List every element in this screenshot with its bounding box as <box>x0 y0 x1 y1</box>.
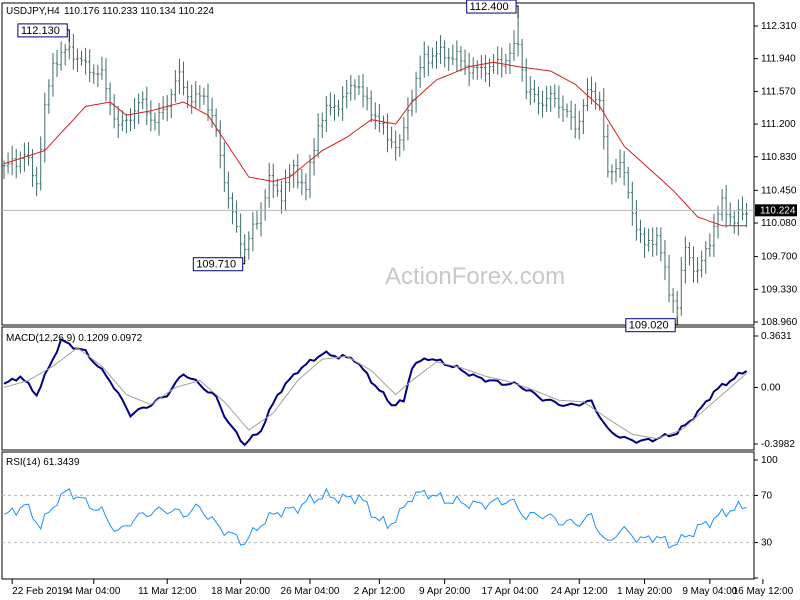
price-tick-label-2: 111.570 <box>761 86 796 97</box>
rsi-tick-label-0: 100 <box>761 455 778 466</box>
callout-label-2: 109.710 <box>196 259 236 271</box>
price-tick-label-8: 109.330 <box>761 284 798 295</box>
x-tick-label-9: 1 May 20:00 <box>617 586 672 597</box>
x-tick-label-1: 4 Mar 04:00 <box>67 586 121 597</box>
price-tick-label-4: 110.830 <box>761 152 797 163</box>
x-tick-label-8: 24 Apr 12:00 <box>551 586 608 597</box>
callout-label-3: 109.020 <box>629 320 669 332</box>
x-tick-label-11: 16 May 12:00 <box>733 586 794 597</box>
x-tick-label-3: 18 Mar 20:00 <box>211 586 270 597</box>
x-tick-label-0: 22 Feb 2019 <box>12 586 69 597</box>
symbol-label: USDJPY,H4 <box>6 6 60 17</box>
ohlc-label: 110.176 110.233 110.134 110.224 <box>64 6 214 17</box>
callout-label-0: 112.130 <box>21 25 60 37</box>
watermark: ActionForex.com <box>385 263 565 290</box>
x-tick-label-4: 26 Mar 04:00 <box>281 586 340 597</box>
price-tick-label-1: 111.940 <box>761 54 796 65</box>
x-tick-label-7: 17 Apr 04:00 <box>482 586 539 597</box>
macd-line <box>3 337 748 447</box>
rsi-chart: 100 70 30 <box>2 455 778 579</box>
signal-line <box>3 347 747 440</box>
macd-tick-label-2: -0.3982 <box>761 439 795 450</box>
rsi-tick-label-1: 70 <box>761 490 773 501</box>
macd-label: MACD(12,26,9) 0.1209 0.0972 <box>6 333 143 344</box>
price-tick-label-0: 112.310 <box>761 21 797 32</box>
x-tick-label-10: 9 May 04:00 <box>682 586 737 597</box>
callout-label-1: 112.400 <box>470 1 509 13</box>
macd-tick-label-0: 0.3631 <box>761 331 792 342</box>
macd-tick-label-1: 0.00 <box>761 383 781 394</box>
macd-chart: 0.3631 0.00 -0.3982 <box>3 331 795 450</box>
x-tick-label-5: 2 Apr 12:00 <box>354 586 406 597</box>
price-panel-frame <box>1 2 755 326</box>
current-price-label: 110.224 <box>760 205 796 216</box>
x-tick-label-6: 9 Apr 20:00 <box>419 586 471 597</box>
chart-canvas: ActionForex.com 112.310 111.940 111.570 111… <box>1 0 798 597</box>
rsi-panel-frame <box>1 451 755 580</box>
price-tick-label-7: 109.700 <box>761 252 798 263</box>
rsi-label: RSI(14) 61.3439 <box>6 457 80 468</box>
price-tick-label-6: 110.080 <box>761 218 797 229</box>
price-tick-label-5: 110.450 <box>761 185 797 196</box>
x-tick-label-2: 11 Mar 12:00 <box>138 586 197 597</box>
price-tick-label-3: 111.200 <box>761 119 796 130</box>
price-tick-label-9: 108.960 <box>761 317 798 328</box>
rsi-line <box>3 487 747 549</box>
x-axis: 22 Feb 20194 Mar 04:00 11 Mar 12:00 18 Mar… <box>11 579 794 597</box>
rsi-tick-label-2: 30 <box>761 538 773 549</box>
moving-average-line <box>3 61 747 227</box>
